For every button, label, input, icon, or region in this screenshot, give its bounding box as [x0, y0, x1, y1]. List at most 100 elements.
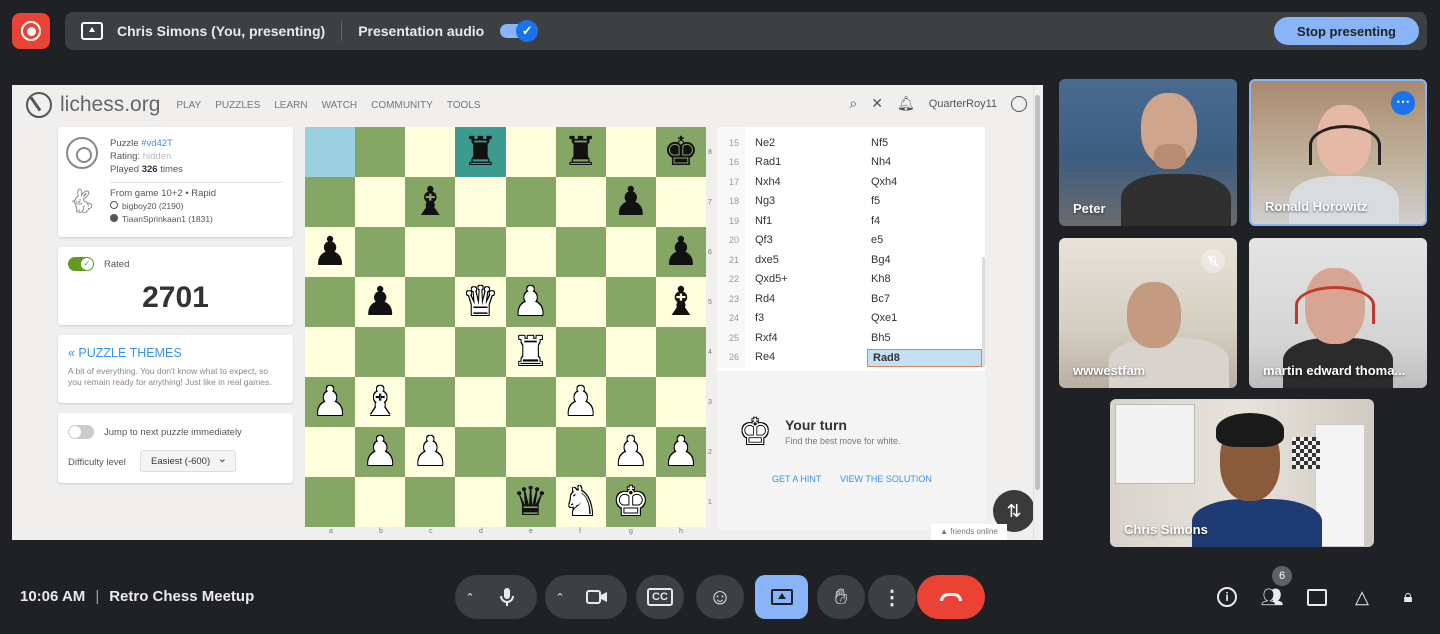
black-move[interactable]: Nh4 [871, 153, 891, 173]
nav-watch[interactable]: WATCH [322, 100, 358, 111]
chat-button[interactable] [1305, 585, 1329, 609]
puzzle-themes-link[interactable]: « PUZZLE THEMES [68, 346, 182, 360]
square-b2[interactable]: ♟ [355, 427, 406, 477]
jump-next-toggle[interactable] [68, 425, 94, 439]
square-c5[interactable] [405, 277, 456, 327]
captions-button[interactable]: CC [636, 575, 684, 619]
nav-play[interactable]: PLAY [176, 100, 201, 111]
square-b8[interactable] [355, 127, 406, 177]
square-d3[interactable] [455, 377, 506, 427]
square-a5[interactable] [305, 277, 356, 327]
move-list-scrollbar[interactable] [982, 257, 985, 367]
people-button[interactable]: 👥︎ [1260, 585, 1284, 609]
white-move[interactable]: f3 [755, 309, 764, 329]
white-move[interactable]: Rd4 [755, 290, 775, 310]
get-hint-button[interactable]: GET A HINT [772, 474, 821, 484]
square-a1[interactable] [305, 477, 356, 527]
stop-presenting-button[interactable]: Stop presenting [1274, 17, 1419, 45]
nav-puzzles[interactable]: PUZZLES [215, 100, 260, 111]
square-g4[interactable] [605, 327, 656, 377]
lichess-logo-text[interactable]: lichess.org [60, 93, 160, 117]
white-pawn-piece[interactable]: ♟ [412, 432, 448, 472]
microphone-button[interactable] [485, 575, 529, 619]
difficulty-select[interactable]: Easiest (-600) [140, 450, 236, 472]
square-b7[interactable] [355, 177, 406, 227]
nav-learn[interactable]: LEARN [274, 100, 307, 111]
white-pawn-piece[interactable]: ♟ [613, 432, 649, 472]
black-move[interactable]: Bc7 [871, 290, 890, 310]
square-g5[interactable] [605, 277, 656, 327]
camera-button[interactable] [575, 575, 619, 619]
white-move[interactable]: Ng3 [755, 192, 775, 212]
presentation-audio-toggle[interactable]: ✓ [500, 20, 539, 42]
white-rook-piece[interactable]: ♜ [513, 332, 549, 372]
host-controls-button[interactable]: 🔒︎ [1396, 585, 1420, 609]
black-bishop-piece[interactable]: ♝ [412, 182, 448, 222]
square-c6[interactable] [405, 227, 456, 277]
square-e8[interactable] [505, 127, 556, 177]
black-pawn-piece[interactable]: ♟ [663, 232, 699, 272]
square-c8[interactable] [405, 127, 456, 177]
participant-tile-ronald-horowitz[interactable]: ⋯ Ronald Horowitz [1249, 79, 1427, 226]
leave-call-button[interactable] [917, 575, 985, 619]
square-a2[interactable] [305, 427, 356, 477]
square-c1[interactable] [405, 477, 456, 527]
square-c3[interactable] [405, 377, 456, 427]
white-move[interactable]: Nf1 [755, 212, 772, 232]
square-f6[interactable] [555, 227, 606, 277]
view-solution-button[interactable]: VIEW THE SOLUTION [840, 474, 932, 484]
square-c4[interactable] [405, 327, 456, 377]
white-queen-piece[interactable]: ♛ [463, 282, 499, 322]
white-move[interactable]: Ne2 [755, 134, 775, 154]
black-move[interactable]: Qxe1 [871, 309, 897, 329]
chess-board[interactable]: ♜ ♜ ♚ ♝ ♟ ♟ ♟ ♟ ♛ ♟ ♝ ♜ ♟ ♝ ♟ ♟ ♟ ♟ ♟ ♛ ♞ ♚ [305, 127, 706, 527]
participant-tile-chris-simons[interactable]: Chris Simons [1110, 399, 1374, 547]
square-d4[interactable] [455, 327, 506, 377]
square-e4[interactable]: ♜ [505, 327, 556, 377]
activities-button[interactable]: △ [1350, 585, 1374, 609]
black-bishop-piece[interactable]: ♝ [663, 282, 699, 322]
bell-icon[interactable]: 🔔︎ [897, 95, 915, 112]
square-h4[interactable] [655, 327, 706, 377]
puzzle-id-link[interactable]: #vd42T [141, 138, 173, 149]
square-d8[interactable]: ♜ [455, 127, 506, 177]
square-c2[interactable]: ♟ [405, 427, 456, 477]
friends-online-tab[interactable]: ▲ friends online [931, 524, 1007, 540]
black-move[interactable]: f4 [871, 212, 880, 232]
square-e3[interactable] [505, 377, 556, 427]
square-h3[interactable] [655, 377, 706, 427]
meeting-details-button[interactable]: i [1215, 585, 1239, 609]
participant-tile-martin-edward-thoma[interactable]: martin edward thoma... [1249, 238, 1427, 388]
chevron-up-icon[interactable]: ⌃ [545, 591, 575, 604]
square-f3[interactable]: ♟ [555, 377, 606, 427]
square-h6[interactable]: ♟ [655, 227, 706, 277]
square-f7[interactable] [555, 177, 606, 227]
square-h2[interactable]: ♟ [655, 427, 706, 477]
current-move[interactable]: Rad8 [867, 349, 982, 367]
white-knight-piece[interactable]: ♞ [563, 482, 599, 522]
black-move[interactable]: Nf5 [871, 134, 888, 154]
square-f1[interactable]: ♞ [555, 477, 606, 527]
square-f5[interactable] [555, 277, 606, 327]
nav-tools[interactable]: TOOLS [447, 100, 481, 111]
from-game-link[interactable]: From game 10+2 • Rapid [110, 187, 216, 200]
square-h5[interactable]: ♝ [655, 277, 706, 327]
square-f4[interactable] [555, 327, 606, 377]
white-pawn-piece[interactable]: ♟ [312, 382, 348, 422]
square-g3[interactable] [605, 377, 656, 427]
square-b6[interactable] [355, 227, 406, 277]
black-rook-piece[interactable]: ♜ [463, 132, 499, 172]
black-king-piece[interactable]: ♚ [663, 132, 699, 172]
lichess-logo-icon[interactable] [26, 92, 52, 118]
search-icon[interactable]: ⌕ [849, 95, 857, 112]
square-e6[interactable] [505, 227, 556, 277]
white-move[interactable]: dxe5 [755, 251, 779, 271]
black-player[interactable]: TiaanSprinkaan1 (1831) [122, 214, 213, 224]
user-icon[interactable] [1011, 95, 1027, 112]
white-pawn-piece[interactable]: ♟ [563, 382, 599, 422]
swords-icon[interactable]: ✕ [871, 95, 883, 112]
white-move[interactable]: Rxf4 [755, 329, 778, 349]
square-b4[interactable] [355, 327, 406, 377]
square-a3[interactable]: ♟ [305, 377, 356, 427]
black-move[interactable]: e5 [871, 231, 883, 251]
